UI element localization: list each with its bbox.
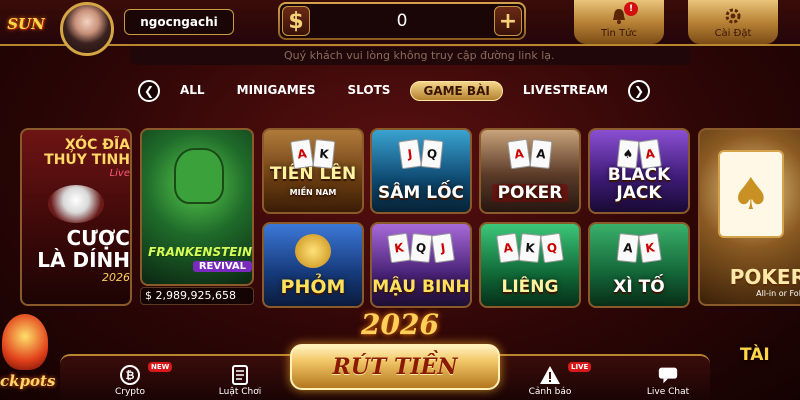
xi-to-title: XÌ TỐ	[613, 277, 665, 297]
currency-button[interactable]: $	[282, 6, 310, 36]
category-tabs: ❮ ALL MINIGAMES SLOTS GAME BÀI LIVESTREA…	[138, 79, 650, 103]
crypto-label: Crypto	[114, 387, 146, 397]
year-2026-decoration: 2026	[361, 308, 439, 341]
game-xoc-dia[interactable]: XÓC ĐĨA THỦY TINH Live CƯỢC LÀ DÍNH 2026	[20, 128, 132, 306]
xoc-dia-title-1: XÓC ĐĨA	[64, 137, 130, 153]
tai-xiu-minigame-button[interactable]: TÀI	[740, 345, 770, 365]
chat-icon	[657, 364, 679, 386]
warning-icon	[539, 364, 561, 386]
game-mau-binh[interactable]: KQJ MẬU BINH	[370, 222, 472, 308]
xoc-dia-title-2: THỦY TINH	[44, 152, 130, 168]
balance-value: 0	[396, 11, 408, 31]
warning-button[interactable]: LIVE Cảnh báo	[510, 362, 592, 400]
game-black-jack[interactable]: ♠ A BLACK JACK	[588, 128, 690, 214]
game-frankenstein[interactable]: FRANKENSTEIN REVIVAL	[140, 128, 254, 286]
svg-text:₿: ₿	[126, 369, 135, 382]
phom-title: PHỎM	[280, 276, 346, 298]
sun-logo[interactable]: SUN	[2, 4, 50, 44]
crypto-button[interactable]: ₿ NEW Crypto	[90, 362, 173, 400]
ace-spade-card-icon: ♠	[718, 150, 784, 238]
xoc-dia-year: 2026	[102, 271, 130, 284]
xoc-dia-live: Live	[109, 168, 130, 179]
poker-title: POKER	[491, 184, 569, 202]
frankenstein-jackpot: $ 2,989,925,658	[140, 287, 254, 305]
tab-livestream[interactable]: LIVESTREAM	[511, 81, 620, 101]
lion-dance-decoration	[2, 314, 48, 370]
tab-prev-arrow[interactable]: ❮	[138, 80, 160, 102]
poker-fold-title: POKER	[729, 265, 800, 289]
rules-book-icon	[229, 364, 251, 386]
tab-all[interactable]: ALL	[168, 81, 217, 101]
tab-slots[interactable]: SLOTS	[336, 81, 403, 101]
news-button[interactable]: ! Tin Tức	[574, 0, 664, 44]
news-label: Tin Tức	[600, 27, 638, 39]
live-chat-label: Live Chat	[646, 387, 690, 397]
mau-binh-title: MẬU BINH	[372, 277, 470, 297]
rules-label: Luật Chơi	[218, 387, 262, 397]
tien-len-sub: MIỀN NAM	[289, 188, 337, 197]
xoc-dia-slogan-2: LÀ DÍNH	[37, 248, 130, 272]
frankenstein-sub: REVIVAL	[192, 261, 252, 272]
game-sam-loc[interactable]: JQ SÂM LỐC	[370, 128, 472, 214]
game-xi-to[interactable]: AK XÌ TỐ	[588, 222, 690, 308]
deposit-plus-button[interactable]: +	[494, 6, 522, 36]
gear-icon	[722, 6, 744, 26]
avatar[interactable]	[60, 2, 114, 56]
crypto-new-badge: NEW	[148, 362, 173, 372]
poker-fold-sub: All-in or Fold	[756, 289, 800, 298]
sam-loc-title: SÂM LỐC	[378, 183, 464, 203]
chevron-left-icon: ❮	[143, 84, 155, 98]
withdraw-label: RÚT TIỀN	[332, 354, 458, 380]
withdraw-button[interactable]: RÚT TIỀN	[290, 344, 500, 390]
xoc-dia-slogan-1: CƯỢC	[66, 226, 130, 250]
settings-label: Cài Đặt	[714, 27, 752, 39]
chevron-right-icon: ❯	[633, 84, 645, 98]
tab-game-bai[interactable]: GAME BÀI	[410, 81, 503, 101]
live-chat-button[interactable]: Live Chat	[628, 364, 708, 400]
tab-minigames[interactable]: MINIGAMES	[225, 81, 328, 101]
frankenstein-monster-icon	[174, 148, 224, 204]
bitcoin-icon: ₿	[119, 364, 141, 386]
game-poker[interactable]: AA POKER	[479, 128, 581, 214]
rules-button[interactable]: Luật Chơi	[200, 364, 280, 400]
lieng-title: LIÊNG	[501, 277, 559, 297]
balance-panel: $ 0 +	[278, 2, 526, 40]
game-tien-len[interactable]: AK TIẾN LÊN MIỀN NAM	[262, 128, 364, 214]
coin-stack-icon	[295, 234, 331, 268]
warning-label: Cảnh báo	[528, 387, 572, 397]
top-bar: SUN ngocngachi $ 0 + ! Tin Tức Cài Đặt	[0, 0, 800, 46]
settings-button[interactable]: Cài Đặt	[688, 0, 778, 44]
username-display[interactable]: ngocngachi	[124, 9, 234, 35]
dice-bowl-icon	[48, 185, 104, 223]
game-phom[interactable]: PHỎM	[262, 222, 364, 308]
notice-marquee: Quý khách vui lòng không truy cập đường …	[130, 47, 690, 65]
game-lieng[interactable]: AKQ LIÊNG	[479, 222, 581, 308]
game-poker-all-in[interactable]: ♠ POKER All-in or Fold	[698, 128, 800, 306]
warning-live-badge: LIVE	[568, 362, 592, 372]
news-alert-badge: !	[624, 2, 638, 16]
tab-next-arrow[interactable]: ❯	[628, 80, 650, 102]
jackpots-banner[interactable]: ckpots	[0, 372, 55, 390]
frankenstein-title: FRANKENSTEIN	[148, 245, 252, 259]
